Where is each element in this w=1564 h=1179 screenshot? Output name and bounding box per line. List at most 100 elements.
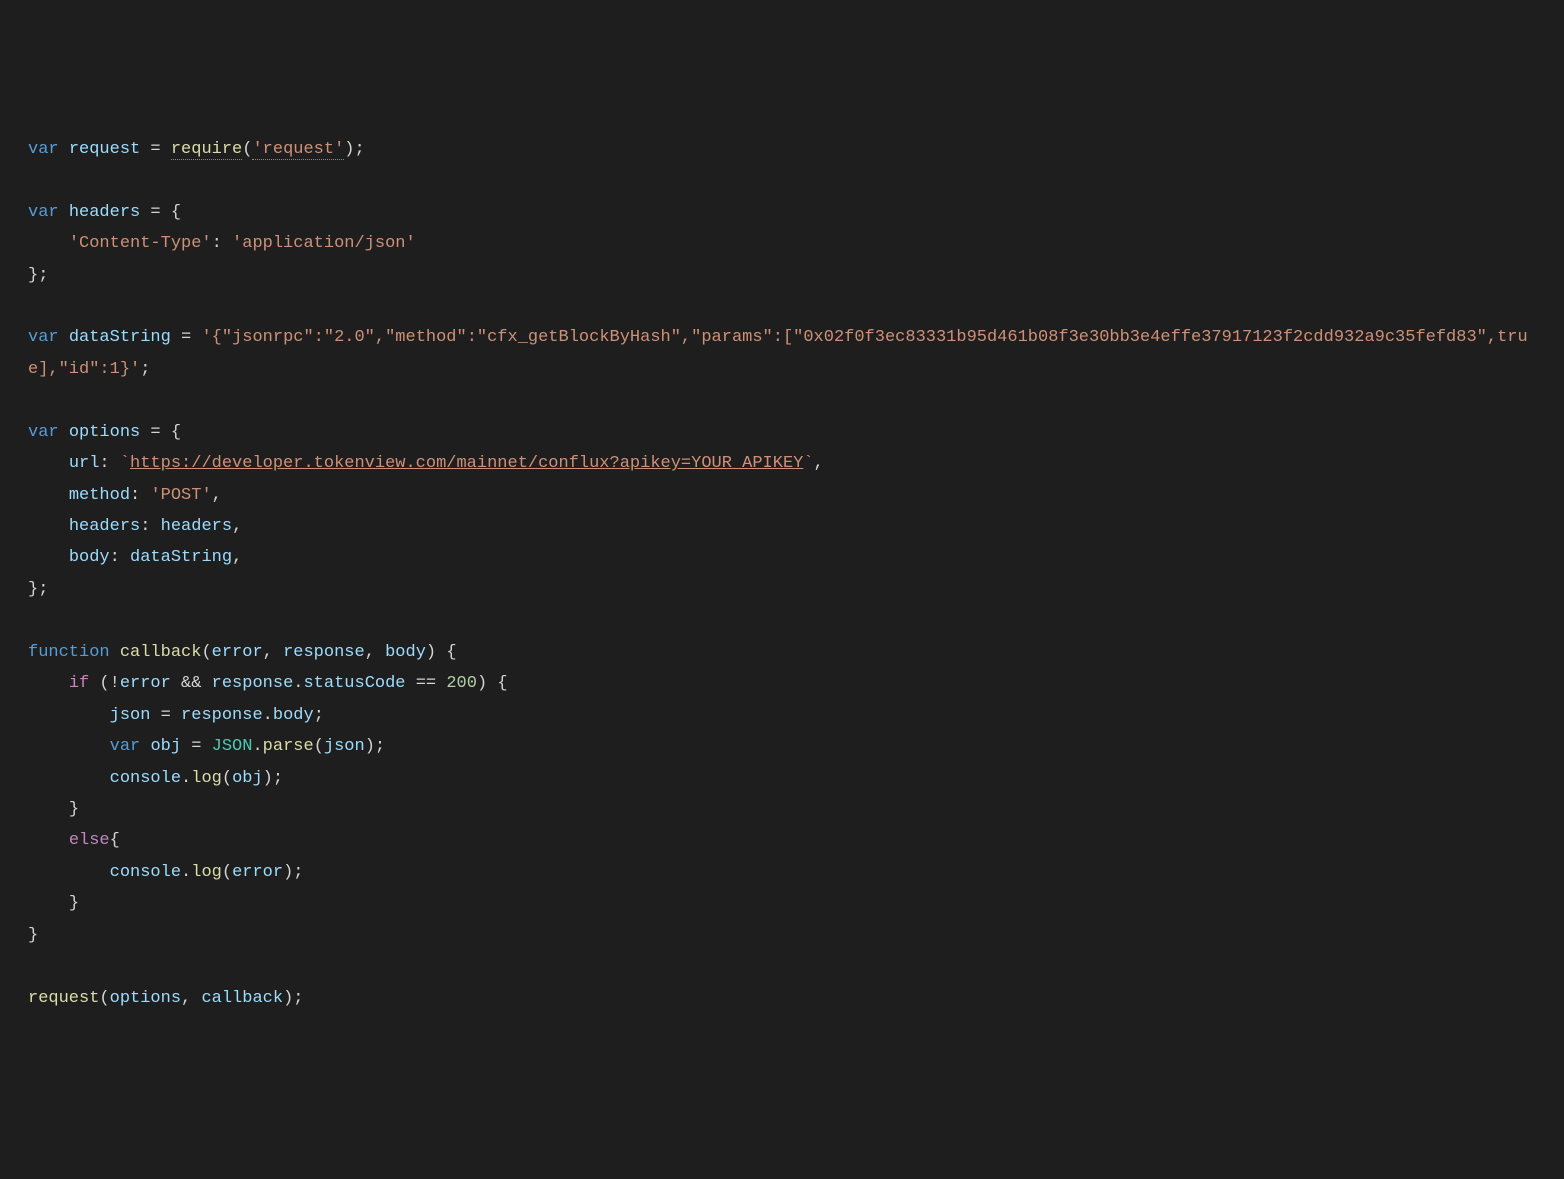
indent bbox=[28, 894, 69, 913]
code-line: if (!error && response.statusCode == 200… bbox=[28, 674, 508, 693]
code-line: else{ bbox=[28, 831, 120, 850]
string: '{"jsonrpc":"2.0","method":"cfx_getBlock… bbox=[28, 328, 1528, 378]
comma: , bbox=[814, 454, 824, 473]
paren: ); bbox=[283, 863, 303, 882]
keyword-var: var bbox=[28, 203, 59, 222]
param: body bbox=[385, 643, 426, 662]
code-line: var dataString = '{"jsonrpc":"2.0","meth… bbox=[28, 328, 1528, 378]
identifier: error bbox=[232, 863, 283, 882]
property: url bbox=[69, 454, 100, 473]
param: error bbox=[212, 643, 263, 662]
indent bbox=[28, 769, 110, 788]
identifier: obj bbox=[232, 769, 263, 788]
string: 'application/json' bbox=[232, 234, 416, 253]
keyword-var: var bbox=[28, 140, 59, 159]
identifier: obj bbox=[150, 737, 181, 756]
code-line: headers: headers, bbox=[28, 517, 242, 536]
colon: : bbox=[99, 454, 119, 473]
property: body bbox=[69, 548, 110, 567]
string: 'request' bbox=[252, 140, 344, 160]
url-string[interactable]: https://developer.tokenview.com/mainnet/… bbox=[130, 454, 803, 473]
identifier: options bbox=[69, 423, 140, 442]
identifier: options bbox=[110, 989, 181, 1008]
indent bbox=[28, 548, 69, 567]
paren: ) bbox=[344, 140, 354, 159]
method: log bbox=[191, 863, 222, 882]
function-call: require bbox=[171, 140, 242, 160]
function-name: callback bbox=[120, 643, 202, 662]
operator: == bbox=[406, 674, 447, 693]
paren: ( bbox=[222, 769, 232, 788]
comma: , bbox=[365, 643, 385, 662]
code-line: }; bbox=[28, 266, 48, 285]
brace: { bbox=[110, 831, 120, 850]
comma: , bbox=[232, 517, 242, 536]
indent bbox=[28, 454, 69, 473]
indent bbox=[28, 674, 69, 693]
brace: } bbox=[69, 894, 79, 913]
global-json: JSON bbox=[212, 737, 253, 756]
code-line: var request = require('request'); bbox=[28, 140, 365, 160]
keyword-else: else bbox=[69, 831, 110, 850]
indent bbox=[28, 706, 110, 725]
brace: ) { bbox=[477, 674, 508, 693]
identifier: response bbox=[181, 706, 263, 725]
number: 200 bbox=[446, 674, 477, 693]
dot: . bbox=[293, 674, 303, 693]
code-line: body: dataString, bbox=[28, 548, 242, 567]
code-editor-content[interactable]: var request = require('request'); var he… bbox=[28, 134, 1536, 1014]
identifier: json bbox=[110, 706, 151, 725]
paren: ( bbox=[314, 737, 324, 756]
paren: ( bbox=[242, 140, 252, 159]
brace: }; bbox=[28, 580, 48, 599]
brace: ) { bbox=[426, 643, 457, 662]
identifier: error bbox=[120, 674, 171, 693]
paren: (! bbox=[89, 674, 120, 693]
identifier: response bbox=[212, 674, 294, 693]
paren: ); bbox=[283, 989, 303, 1008]
identifier: console bbox=[110, 769, 181, 788]
paren: ( bbox=[201, 643, 211, 662]
operator: = bbox=[171, 328, 202, 347]
code-line: } bbox=[28, 894, 79, 913]
keyword-function: function bbox=[28, 643, 110, 662]
indent bbox=[28, 863, 110, 882]
operator: && bbox=[171, 674, 212, 693]
semicolon: ; bbox=[314, 706, 324, 725]
code-line: console.log(obj); bbox=[28, 769, 283, 788]
indent bbox=[28, 486, 69, 505]
keyword-var: var bbox=[28, 423, 59, 442]
code-line: }; bbox=[28, 580, 48, 599]
code-line: json = response.body; bbox=[28, 706, 324, 725]
comma: , bbox=[263, 643, 283, 662]
brace: = { bbox=[140, 203, 181, 222]
paren: ( bbox=[222, 863, 232, 882]
indent bbox=[28, 517, 69, 536]
string: 'POST' bbox=[150, 486, 211, 505]
dot: . bbox=[263, 706, 273, 725]
property: body bbox=[273, 706, 314, 725]
identifier: request bbox=[69, 140, 140, 159]
function-call: request bbox=[28, 989, 99, 1008]
indent bbox=[28, 737, 110, 756]
comma: , bbox=[212, 486, 222, 505]
identifier: console bbox=[110, 863, 181, 882]
backtick: ` bbox=[120, 454, 130, 473]
code-line: function callback(error, response, body)… bbox=[28, 643, 457, 662]
keyword-var: var bbox=[28, 328, 59, 347]
paren: ( bbox=[99, 989, 109, 1008]
operator: = bbox=[150, 706, 181, 725]
operator: = bbox=[181, 737, 212, 756]
paren: ); bbox=[365, 737, 385, 756]
colon: : bbox=[110, 548, 130, 567]
brace: } bbox=[28, 926, 38, 945]
keyword-if: if bbox=[69, 674, 89, 693]
identifier: json bbox=[324, 737, 365, 756]
identifier: headers bbox=[161, 517, 232, 536]
code-line: } bbox=[28, 926, 38, 945]
indent bbox=[28, 800, 69, 819]
brace: }; bbox=[28, 266, 48, 285]
identifier: dataString bbox=[130, 548, 232, 567]
code-line: method: 'POST', bbox=[28, 486, 222, 505]
code-line: request(options, callback); bbox=[28, 989, 303, 1008]
